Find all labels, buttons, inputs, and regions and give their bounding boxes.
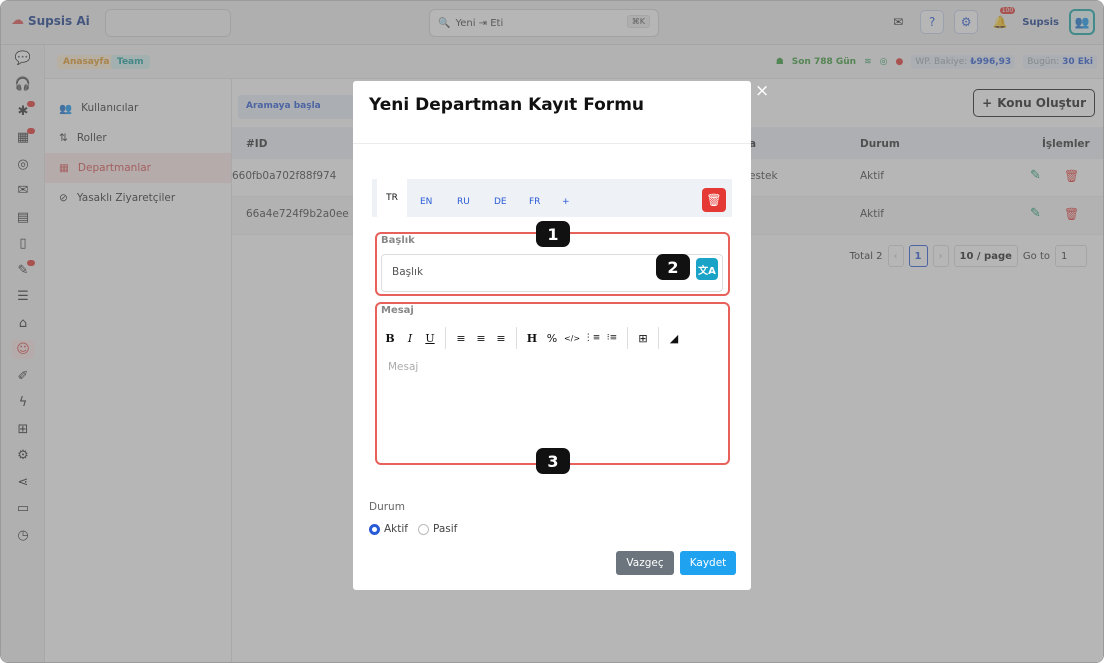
- annotation-marker-2: 2: [656, 254, 690, 280]
- annotation-marker-3: 3: [536, 448, 570, 474]
- close-icon[interactable]: ×: [755, 81, 769, 101]
- cancel-button[interactable]: Vazgeç: [616, 551, 674, 575]
- align-right-button[interactable]: ≡: [491, 332, 511, 345]
- translate-button[interactable]: 文A: [696, 258, 718, 280]
- status-option-label: Pasif: [433, 523, 458, 535]
- status-active-radio[interactable]: Aktif: [369, 523, 408, 535]
- tab-tr[interactable]: TR: [377, 179, 407, 217]
- align-left-button[interactable]: ≡: [451, 332, 471, 345]
- tab-en[interactable]: EN: [420, 197, 432, 207]
- tab-de[interactable]: DE: [494, 197, 507, 207]
- eraser-button[interactable]: ◢: [664, 332, 684, 345]
- radio-unchecked-icon: [418, 523, 429, 535]
- bold-button[interactable]: B: [380, 332, 400, 345]
- trash-icon: 🗑: [706, 193, 722, 207]
- delete-language-button[interactable]: 🗑: [702, 188, 726, 212]
- department-form-modal: Yeni Departman Kayıt Formu TR EN RU DE F…: [353, 81, 751, 590]
- status-option-label: Aktif: [384, 523, 408, 535]
- status-passive-radio[interactable]: Pasif: [418, 523, 457, 535]
- editor-toolbar: B I U ≡ ≡ ≡ H % </> ⋮≡ ⁝≡ ⊞ ◢: [380, 323, 730, 353]
- language-tabs: TR EN RU DE FR + 🗑: [372, 179, 732, 217]
- message-label: Mesaj: [381, 305, 414, 316]
- divider: [445, 327, 446, 349]
- tab-ru[interactable]: RU: [457, 197, 470, 207]
- divider: [516, 327, 517, 349]
- table-button[interactable]: ⊞: [633, 332, 653, 345]
- divider: [658, 327, 659, 349]
- divider: [627, 327, 628, 349]
- heading-button[interactable]: H: [522, 332, 542, 345]
- divider: [353, 143, 751, 144]
- tab-fr[interactable]: FR: [529, 197, 540, 207]
- bullet-list-button[interactable]: ⁝≡: [602, 333, 622, 343]
- status-label: Durum: [369, 501, 405, 513]
- add-language-button[interactable]: +: [562, 197, 570, 207]
- ordered-list-button[interactable]: ⋮≡: [582, 333, 602, 343]
- modal-title: Yeni Departman Kayıt Formu: [369, 95, 645, 115]
- status-radio-group: Aktif Pasif: [369, 523, 457, 535]
- annotation-marker-1: 1: [536, 221, 570, 247]
- code-button[interactable]: </>: [562, 334, 582, 343]
- save-button[interactable]: Kaydet: [680, 551, 736, 575]
- app-window: ☁ Supsis Ai 🔍 Yeni ⇥ Eti ⌘K ✉ ? ⚙ 🔔100 S…: [0, 0, 1104, 663]
- message-editor[interactable]: Mesaj: [380, 353, 728, 463]
- title-label: Başlık: [381, 235, 415, 246]
- radio-checked-icon: [369, 523, 380, 535]
- italic-button[interactable]: I: [400, 332, 420, 345]
- align-center-button[interactable]: ≡: [471, 332, 491, 345]
- underline-button[interactable]: U: [420, 332, 440, 345]
- link-button[interactable]: %: [542, 332, 562, 345]
